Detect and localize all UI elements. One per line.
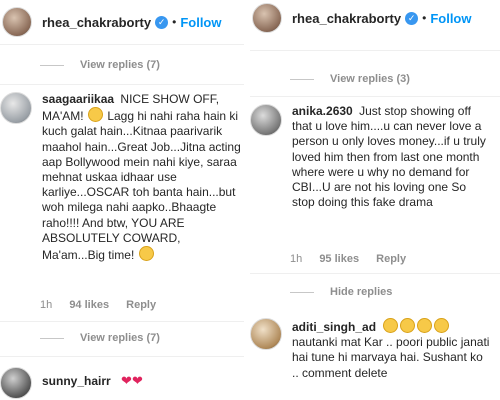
header-divider (250, 50, 500, 51)
avatar[interactable] (0, 367, 32, 399)
comment-text: nautanki mat Kar .. poori public janati … (292, 335, 490, 380)
verified-badge-icon: ✓ (155, 15, 169, 29)
reply-line (40, 337, 64, 339)
reply-button[interactable]: Reply (376, 253, 406, 265)
comment-body: aditi_singh_ad nautanki mat Kar .. poori… (292, 318, 492, 381)
verified-badge-icon: ✓ (405, 11, 419, 25)
header-divider (0, 44, 244, 45)
comment-likes[interactable]: 94 likes (69, 299, 109, 311)
post-header: rhea_chakraborty ✓ • Follow (0, 0, 244, 44)
section-divider (0, 84, 244, 85)
comment: aditi_singh_ad nautanki mat Kar .. poori… (250, 318, 500, 381)
comment-text: Just stop showing off that u love him...… (292, 104, 486, 210)
comment-username[interactable]: aditi_singh_ad (292, 320, 376, 334)
frown-emoji-icon (400, 318, 416, 333)
comment-username[interactable]: sunny_hairr (42, 374, 111, 388)
section-divider (0, 356, 244, 357)
reply-line (290, 291, 314, 293)
header-username[interactable]: rhea_chakraborty (292, 11, 401, 26)
post-header: rhea_chakraborty ✓ • Follow (250, 0, 500, 36)
section-divider (250, 273, 500, 274)
avatar[interactable] (2, 7, 32, 37)
comment-time: 1h (290, 253, 303, 265)
view-replies-button[interactable]: View replies (7) (40, 59, 160, 71)
smiley-emoji-icon (138, 246, 154, 262)
frown-emoji-icon (383, 318, 399, 333)
follow-button[interactable]: Follow (180, 15, 221, 30)
view-replies-button[interactable]: View replies (7) (40, 332, 160, 344)
header-username[interactable]: rhea_chakraborty (42, 15, 151, 30)
right-screenshot-panel: rhea_chakraborty ✓ • Follow View replies… (250, 0, 500, 400)
separator-dot: • (172, 15, 177, 29)
avatar[interactable] (250, 318, 282, 350)
comment: anika.2630 Just stop showing off that u … (250, 104, 500, 210)
reply-line (290, 78, 314, 80)
frown-emoji-icon (417, 318, 433, 333)
left-screenshot-panel: rhea_chakraborty ✓ • Follow View replies… (0, 0, 244, 400)
separator-dot: • (422, 11, 427, 25)
frown-emoji-icon (434, 318, 450, 333)
hide-replies-button[interactable]: Hide replies (290, 286, 392, 298)
comment: saagaariikaa NICE SHOW OFF, MA'AM! Lagg … (0, 92, 244, 263)
reply-line (40, 64, 64, 66)
comment-text-b: Lagg hi nahi raha hain ki kuch galat hai… (42, 109, 241, 263)
comment-body: anika.2630 Just stop showing off that u … (292, 104, 492, 210)
view-replies-button[interactable]: View replies (3) (290, 73, 410, 85)
avatar[interactable] (0, 92, 32, 124)
hide-replies-label: Hide replies (330, 286, 393, 298)
comment: sunny_hairr ❤❤ (0, 367, 244, 399)
heart-emoji-icon: ❤❤ (121, 373, 143, 388)
comment-username[interactable]: saagaariikaa (42, 92, 114, 106)
comment-time: 1h (40, 299, 53, 311)
follow-button[interactable]: Follow (430, 11, 471, 26)
avatar[interactable] (250, 104, 282, 136)
comment-likes[interactable]: 95 likes (319, 253, 359, 265)
avatar[interactable] (252, 3, 282, 33)
comment-meta: 1h 95 likes Reply (290, 253, 420, 265)
section-divider (250, 96, 500, 97)
comment-meta: 1h 94 likes Reply (40, 299, 170, 311)
smiley-emoji-icon (87, 107, 103, 123)
section-divider (0, 321, 244, 322)
comment-username[interactable]: anika.2630 (292, 104, 353, 118)
comment-body: sunny_hairr ❤❤ (42, 367, 143, 399)
comment-body: saagaariikaa NICE SHOW OFF, MA'AM! Lagg … (42, 92, 242, 263)
reply-button[interactable]: Reply (126, 299, 156, 311)
view-replies-label: View replies (7) (80, 332, 160, 344)
view-replies-label: View replies (7) (80, 59, 160, 71)
view-replies-label: View replies (3) (330, 73, 410, 85)
